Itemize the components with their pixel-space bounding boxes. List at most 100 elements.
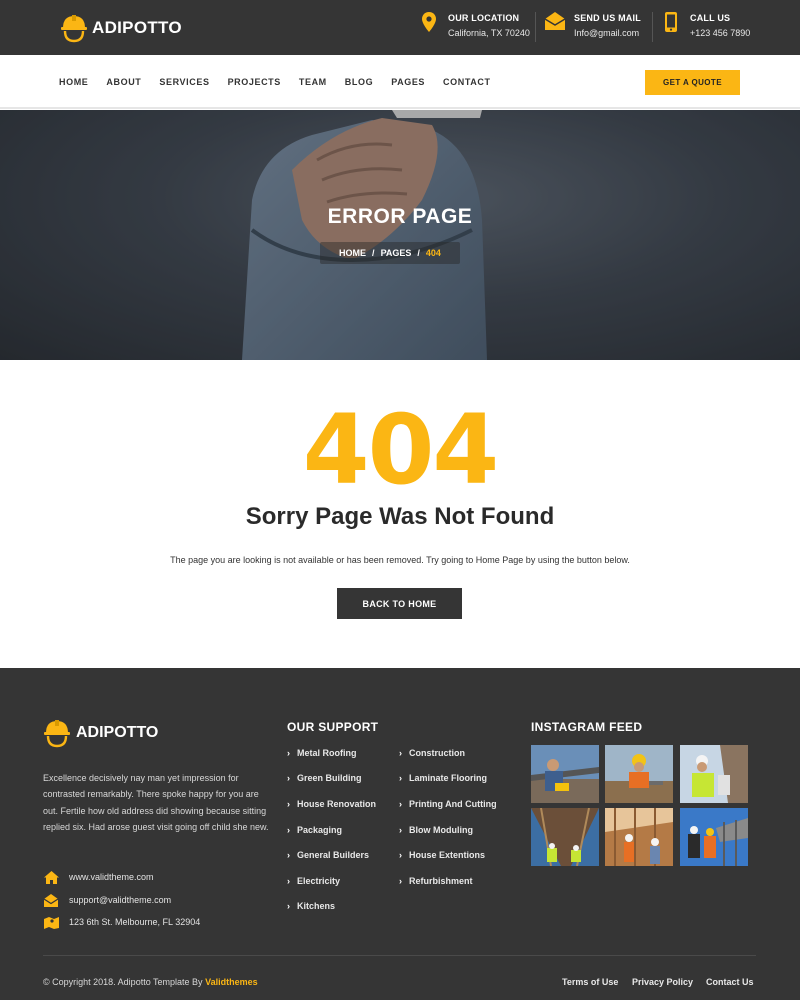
divider [535,12,536,42]
envelope-icon [43,893,59,907]
banner-overlay [0,110,800,360]
instagram-photo[interactable] [531,808,599,866]
nav-links: HOME ABOUT SERVICES PROJECTS TEAM BLOG P… [59,77,509,87]
support-link-label: House Renovation [297,799,377,809]
support-heading: OUR SUPPORT [287,720,379,734]
support-link-label: Construction [409,748,465,758]
support-link[interactable]: › House Renovation [287,799,376,809]
footer-logo[interactable]: ADIPOTTO [43,718,158,748]
chevron-right-icon: › [399,748,402,758]
divider [652,12,653,42]
footer-address-text: 123 6th St. Melbourne, FL 32904 [69,917,201,927]
main-nav: HOME ABOUT SERVICES PROJECTS TEAM BLOG P… [0,55,800,109]
back-to-home-button[interactable]: BACK TO HOME [337,588,462,619]
breadcrumb: HOME / PAGES / 404 [320,242,460,264]
support-link[interactable]: › Blow Moduling [399,825,473,835]
support-link-label: Blow Moduling [409,825,473,835]
breadcrumb-pages[interactable]: PAGES [381,248,412,258]
support-link[interactable]: › Refurbishment [399,876,473,886]
chevron-right-icon: › [287,825,290,835]
footer-email-text[interactable]: support@validtheme.com [69,895,171,905]
support-link[interactable]: › General Builders [287,850,369,860]
envelope-icon [544,12,566,38]
support-link-label: House Extentions [409,850,486,860]
support-link-label: Green Building [297,773,362,783]
instagram-photo[interactable] [531,745,599,803]
support-link[interactable]: › House Extentions [399,850,485,860]
support-link-label: Electricity [297,876,341,886]
home-icon [43,870,59,884]
breadcrumb-current: 404 [425,248,441,258]
chevron-right-icon: › [287,901,290,911]
chevron-right-icon: › [287,773,290,783]
instagram-photo[interactable] [680,808,748,866]
error-title: Sorry Page Was Not Found [245,503,555,530]
chevron-right-icon: › [399,850,402,860]
footer-address: 123 6th St. Melbourne, FL 32904 [43,915,200,929]
logo[interactable]: ADIPOTTO [60,13,182,43]
get-quote-button[interactable]: GET A QUOTE [645,70,740,95]
footer-about-text: Excellence decisively nay man yet impres… [43,773,269,832]
footer-brand-name: ADIPOTTO [76,724,159,741]
chevron-right-icon: › [399,799,402,809]
contact-link[interactable]: Contact Us [706,977,754,987]
chevron-right-icon: › [399,876,402,886]
support-link[interactable]: › Printing And Cutting [399,799,497,809]
copyright: © Copyright 2018. Adipotto Template By V… [43,977,258,987]
nav-item-about[interactable]: ABOUT [106,77,141,87]
support-link-label: Laminate Flooring [409,773,488,783]
top-bar: ADIPOTTO OUR LOCATION California, TX 702… [0,0,800,55]
support-link-label: Printing And Cutting [409,799,497,809]
location-value: California, TX 70240 [448,28,530,38]
instagram-photo[interactable] [605,808,673,866]
support-link-label: Packaging [297,825,343,835]
chevron-right-icon: › [287,799,290,809]
chevron-right-icon: › [287,876,290,886]
breadcrumb-separator: / [372,248,375,258]
support-link[interactable]: › Laminate Flooring [399,773,487,783]
copyright-brand-link[interactable]: Validthemes [205,977,258,987]
phone-icon [660,12,682,38]
nav-item-contact[interactable]: CONTACT [443,77,491,87]
error-code: 404 [302,394,499,506]
call-value[interactable]: +123 456 7890 [690,26,750,40]
footer-website-text[interactable]: www.validtheme.com [69,872,154,882]
helmet-icon [44,720,70,748]
instagram-photo[interactable] [680,745,748,803]
page-title: ERROR PAGE [327,205,473,228]
privacy-link[interactable]: Privacy Policy [632,977,693,987]
support-link[interactable]: › Packaging [287,825,342,835]
instagram-photo[interactable] [605,745,673,803]
chevron-right-icon: › [399,825,402,835]
breadcrumb-home[interactable]: HOME [339,248,366,258]
nav-item-home[interactable]: HOME [59,77,88,87]
footer-email: support@validtheme.com [43,893,171,907]
support-link[interactable]: › Construction [399,748,465,758]
brand-name: ADIPOTTO [92,18,182,37]
nav-item-projects[interactable]: PROJECTS [228,77,281,87]
call-info: CALL US +123 456 7890 [660,12,750,40]
mail-title: SEND US MAIL [574,13,641,23]
nav-item-team[interactable]: TEAM [299,77,327,87]
nav-item-pages[interactable]: PAGES [391,77,425,87]
support-link[interactable]: › Green Building [287,773,362,783]
nav-item-blog[interactable]: BLOG [345,77,373,87]
helmet-icon [61,15,87,43]
chevron-right-icon: › [287,850,290,860]
nav-item-services[interactable]: SERVICES [159,77,209,87]
location-title: OUR LOCATION [448,13,520,23]
mail-info: SEND US MAIL Info@gmail.com [544,12,641,40]
copyright-text: © Copyright 2018. Adipotto Template By [43,977,203,987]
support-link[interactable]: › Electricity [287,876,340,886]
error-message: The page you are looking is not availabl… [170,555,630,565]
chevron-right-icon: › [399,773,402,783]
support-link[interactable]: › Kitchens [287,901,335,911]
instagram-heading: INSTAGRAM FEED [531,720,643,734]
map-icon [43,915,59,929]
mail-value[interactable]: Info@gmail.com [574,26,641,40]
support-link[interactable]: › Metal Roofing [287,748,357,758]
page-banner: ERROR PAGE HOME / PAGES / 404 [0,110,800,360]
support-link-label: Refurbishment [409,876,473,886]
footer-divider [43,955,756,956]
terms-link[interactable]: Terms of Use [562,977,618,987]
